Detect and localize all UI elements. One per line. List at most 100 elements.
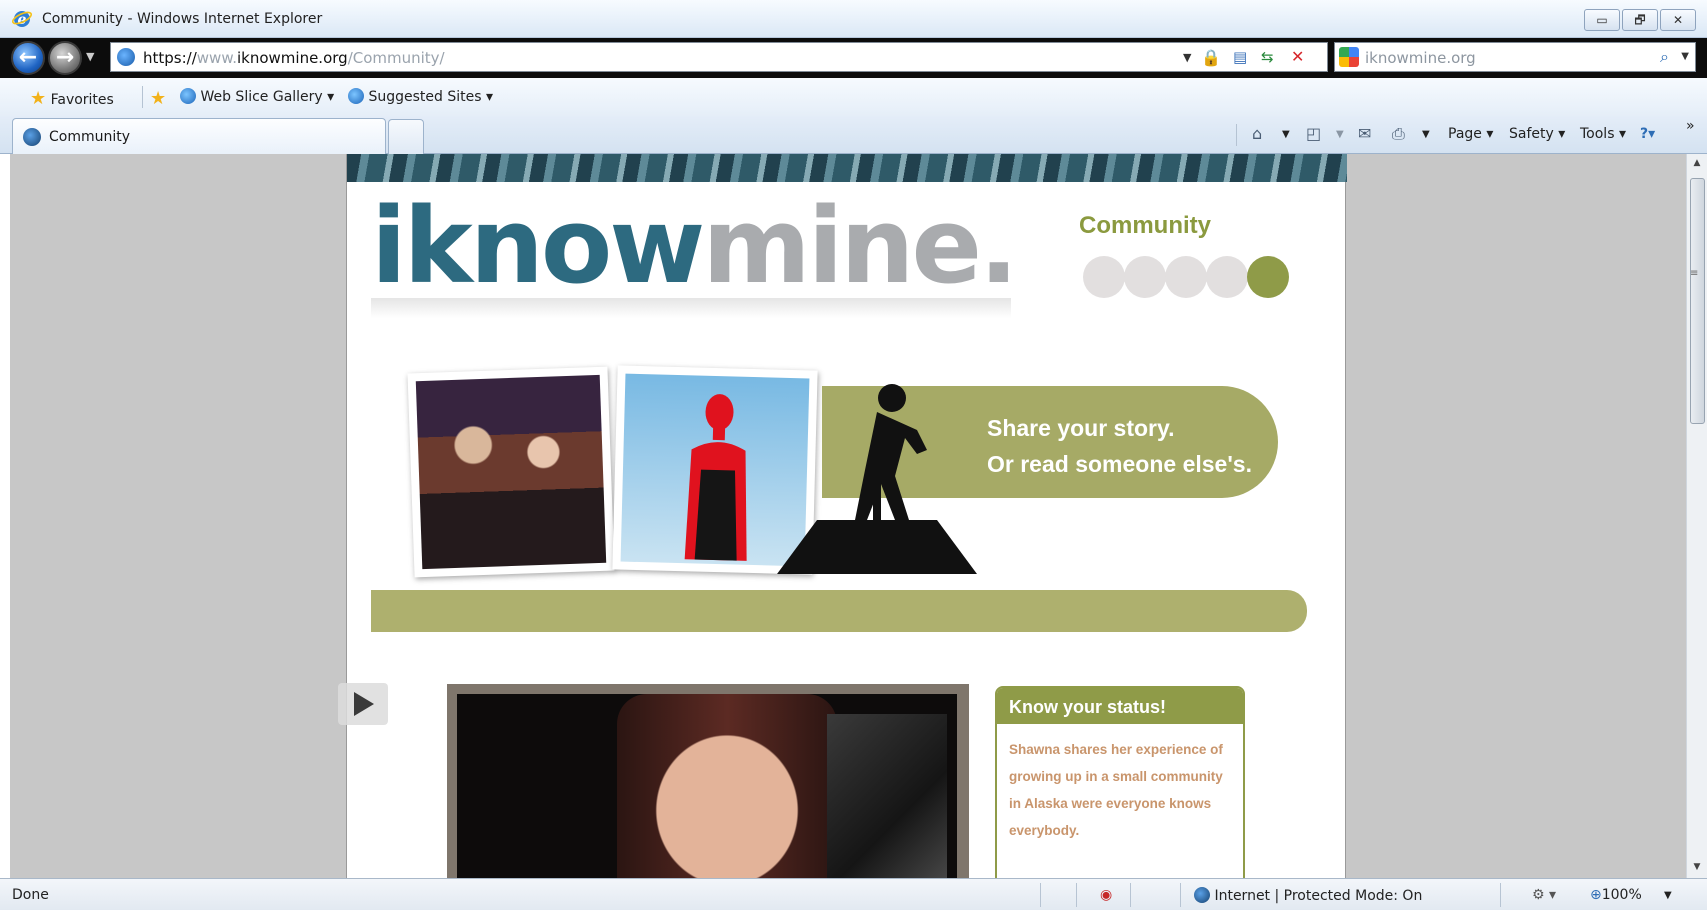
know-your-status-box: Know your status! Shawna shares her expe… <box>995 686 1245 878</box>
logo-iknow: iknow <box>371 185 705 307</box>
home-icon[interactable]: ⌂ <box>1252 124 1262 143</box>
search-placeholder: iknowmine.org <box>1365 49 1476 67</box>
url-domain: iknowmine.org <box>236 49 348 67</box>
search-icon[interactable]: ⌕ <box>1660 47 1669 67</box>
hero-tagline: Share your story. Or read someone else's… <box>987 410 1252 482</box>
back-button[interactable]: ← <box>11 41 45 75</box>
zoom-dropdown-icon[interactable]: ▼ <box>1664 890 1672 901</box>
tab-site-icon <box>23 128 41 146</box>
video-play-button[interactable] <box>338 683 388 725</box>
status-bar: Done ◉ Internet | Protected Mode: On ⚙ ▾… <box>0 878 1707 910</box>
scroll-up-arrow-icon[interactable]: ▲ <box>1687 154 1707 172</box>
section-dot[interactable] <box>1206 256 1248 298</box>
scroll-grip-icon: ≡ <box>1690 268 1699 279</box>
search-input[interactable]: iknowmine.org ⌕ ▼ <box>1334 42 1696 72</box>
add-to-favorites-bar-icon[interactable]: ★ <box>150 88 166 109</box>
web-slice-label: Web Slice Gallery <box>200 89 323 105</box>
section-title: Community <box>1079 212 1211 239</box>
status-divider <box>1076 883 1077 907</box>
section-dot[interactable] <box>1165 256 1207 298</box>
stop-icon[interactable]: ✕ <box>1291 47 1304 66</box>
recent-pages-dropdown-icon[interactable]: ▼ <box>86 50 94 63</box>
command-overflow-chevron[interactable]: » <box>1686 118 1695 134</box>
suggested-sites-label: Suggested Sites <box>368 89 482 105</box>
site-logo[interactable]: iknowmine. <box>371 194 1019 298</box>
page-menu[interactable]: Page ▾ <box>1448 126 1493 142</box>
refresh-icon[interactable]: ⇆ <box>1261 48 1274 66</box>
status-divider <box>1180 883 1181 907</box>
privacy-report-icon[interactable]: ◉ <box>1100 887 1112 903</box>
cyclist-silhouette <box>777 384 977 574</box>
window-title: Community - Windows Internet Explorer <box>42 11 323 27</box>
status-box-text[interactable]: Shawna shares her experience of growing … <box>997 724 1243 856</box>
tools-menu[interactable]: Tools ▾ <box>1580 126 1626 142</box>
address-dropdown-icon[interactable]: ▼ <box>1183 51 1191 64</box>
close-window-button[interactable]: ✕ <box>1660 9 1696 31</box>
tab-row: Community ⌂ ▼ ◰ ▼ ✉ ⎙ ▼ Page ▾ Safety ▾ … <box>0 116 1707 154</box>
zoom-icon: ⊕ <box>1590 887 1602 903</box>
forward-button[interactable]: → <box>48 41 82 75</box>
tab-community[interactable]: Community <box>12 118 386 154</box>
add-favorite-star-icon: ★ <box>150 88 167 109</box>
suggested-sites-link[interactable]: Suggested Sites ▾ <box>348 88 493 105</box>
address-field[interactable]: https://www.iknowmine.org/Community/ ▼ 🔒… <box>110 42 1328 72</box>
section-dot[interactable] <box>1124 256 1166 298</box>
scroll-thumb[interactable] <box>1690 178 1705 424</box>
zoom-control[interactable]: ⊕100% <box>1590 887 1642 903</box>
search-options-dropdown-icon[interactable]: ▼ <box>1681 51 1689 62</box>
zoom-level: 100% <box>1601 887 1642 903</box>
hero-line-1: Share your story. <box>987 415 1175 441</box>
video-frame <box>457 694 957 878</box>
status-text: Done <box>12 887 49 903</box>
security-zone-label: Internet | Protected Mode: On <box>1214 888 1423 904</box>
compatibility-view-icon[interactable]: ▤ <box>1233 48 1247 66</box>
favorites-star-icon: ★ <box>30 88 47 109</box>
video-thumbnail-face <box>617 694 837 878</box>
logo-reflection <box>371 298 1011 318</box>
status-divider <box>1040 883 1041 907</box>
vertical-scrollbar[interactable]: ▲ ≡ ▼ <box>1686 154 1707 878</box>
internet-explorer-icon: e <box>12 11 32 28</box>
lock-icon[interactable]: 🔒 <box>1201 48 1221 67</box>
header-texture-strip <box>347 154 1347 182</box>
favorites-button[interactable]: ★ Favorites <box>30 88 114 109</box>
print-dropdown-icon[interactable]: ▼ <box>1422 129 1430 140</box>
video-player[interactable] <box>447 684 969 878</box>
page-viewport: iknowmine. Community Share your story. O… <box>10 154 1686 878</box>
safety-menu[interactable]: Safety ▾ <box>1509 126 1565 142</box>
scroll-down-arrow-icon[interactable]: ▼ <box>1687 858 1707 876</box>
section-dot-active[interactable] <box>1247 256 1289 298</box>
safety-menu-label: Safety <box>1509 126 1554 142</box>
window-title-bar: e Community - Windows Internet Explorer … <box>0 0 1707 38</box>
favorites-separator <box>142 86 143 108</box>
section-dot[interactable] <box>1083 256 1125 298</box>
photo-couple-image <box>415 374 607 570</box>
tab-label: Community <box>49 129 131 145</box>
home-dropdown-icon[interactable]: ▼ <box>1282 129 1290 140</box>
google-search-provider-icon <box>1339 47 1359 67</box>
back-arrow-icon: ← <box>18 45 38 70</box>
add-ons-icon[interactable]: ⚙ ▾ <box>1532 887 1556 903</box>
read-mail-icon[interactable]: ✉ <box>1358 124 1371 143</box>
security-zone[interactable]: Internet | Protected Mode: On <box>1194 887 1422 904</box>
address-toolbar: ← → ▼ https://www.iknowmine.org/Communit… <box>0 38 1707 78</box>
minimize-button[interactable]: ▭ <box>1584 9 1620 31</box>
print-icon[interactable]: ⎙ <box>1392 124 1405 144</box>
favorites-bar: ★ Favorites ★ Web Slice Gallery ▾ Sugges… <box>0 78 1707 116</box>
red-mannequin-figure <box>684 394 747 561</box>
status-box-title: Know your status! <box>997 688 1243 724</box>
video-thumbnail-background <box>827 714 947 878</box>
new-tab-button[interactable] <box>388 119 424 154</box>
url-prefix: www. <box>196 49 237 67</box>
status-divider <box>1130 883 1131 907</box>
page-menu-label: Page <box>1448 126 1482 142</box>
feeds-icon[interactable]: ◰ <box>1306 124 1321 143</box>
url-text: https://www.iknowmine.org/Community/ <box>143 49 445 67</box>
restore-button[interactable]: 🗗 <box>1622 9 1658 31</box>
web-slice-gallery-link[interactable]: Web Slice Gallery ▾ <box>180 88 334 105</box>
help-icon[interactable]: ?▾ <box>1640 126 1655 142</box>
internet-zone-globe-icon <box>1194 887 1210 903</box>
forward-arrow-icon: → <box>55 45 75 70</box>
feeds-dropdown-icon[interactable]: ▼ <box>1336 129 1344 140</box>
url-path: /Community/ <box>347 49 445 67</box>
